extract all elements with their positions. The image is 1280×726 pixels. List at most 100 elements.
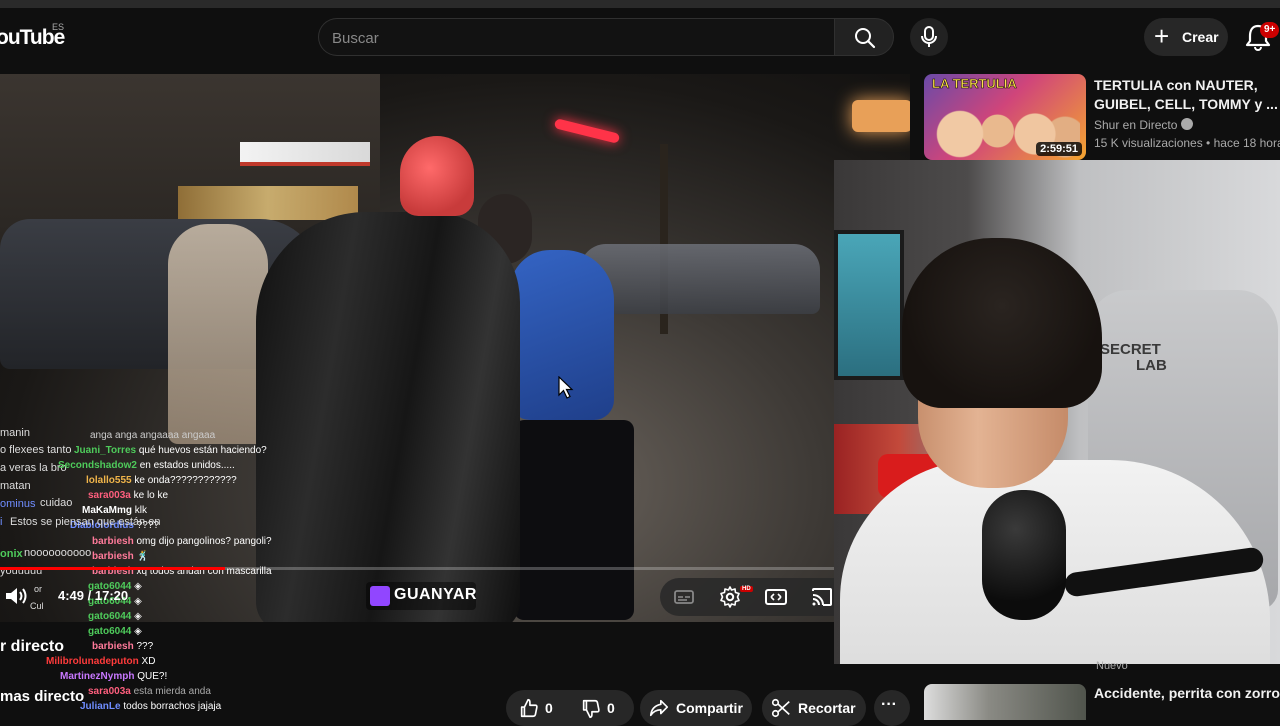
chair-brand-line2: LAB <box>1136 357 1167 374</box>
live-label: r directo <box>0 638 65 655</box>
chat-username: gato6044 <box>88 626 132 637</box>
recommendation-title-2[interactable]: Accidente, perrita con zorro, <box>1094 684 1280 703</box>
channel-name: Shur en Directo <box>1094 118 1178 132</box>
video-scene-red-hat <box>400 136 474 216</box>
chat-username: barbiesh <box>92 551 134 562</box>
chat-text: qué huevos están haciendo? <box>138 445 267 456</box>
chat-text: en estados unidos..... <box>139 460 235 471</box>
chat-text: ke onda???????????? <box>134 475 237 486</box>
search-input[interactable] <box>332 28 812 48</box>
chat-text: ??? <box>136 641 154 652</box>
recommendation-title[interactable]: TERTULIA con NAUTER, GUIBEL, CELL, TOMMY… <box>1094 76 1280 114</box>
settings-gear-icon[interactable] <box>718 585 742 609</box>
chat-username: gato6044 <box>88 611 132 622</box>
hd-badge: HD <box>740 586 753 592</box>
chat-text: QUE?! <box>137 671 168 682</box>
search-button[interactable] <box>834 18 894 56</box>
chat-message: barbiesh omg dijo pangolinos? pangoli? <box>92 534 272 549</box>
video-duration-badge: 2:59:51 <box>1036 142 1082 156</box>
notification-count-badge: 9+ <box>1260 22 1280 38</box>
chat-message: gato6044 ◈ <box>88 609 142 624</box>
emote-icon: ◈ <box>134 581 142 592</box>
search-icon <box>855 28 876 49</box>
chat-message: sara003a esta mierda anda <box>88 684 211 699</box>
streamer-tag-text: GUANYAR <box>394 586 477 603</box>
chat-text: omg dijo pangolinos? pangoli? <box>136 536 272 547</box>
video-scene-neon <box>553 118 621 144</box>
streamer-hair <box>902 238 1102 408</box>
chat-message: barbiesh 🕺 <box>92 549 149 564</box>
chair-brand-line1: SECRET <box>1100 341 1161 358</box>
chat-message: Milibrolunadeputon XD <box>46 654 155 669</box>
live-label-2: mas directo <box>0 688 85 705</box>
video-progress-bar[interactable] <box>0 567 834 570</box>
recommendation-thumbnail[interactable]: LA TERTULIA 2:59:51 <box>924 74 1086 160</box>
video-scene-lamp <box>852 100 910 132</box>
chat-username: Milibrolunadeputon <box>46 656 139 667</box>
chat-message: MartinezNymph QUE?! <box>60 669 167 684</box>
plus-icon: + <box>1154 21 1170 51</box>
cast-icon[interactable] <box>810 585 834 609</box>
dislike-thumb-icon[interactable] <box>580 698 602 720</box>
recommendation-card[interactable]: LA TERTULIA 2:59:51 TERTULIA con NAUTER,… <box>924 74 1280 160</box>
share-arrow-icon <box>649 699 669 717</box>
like-dislike-group: 0 0 <box>506 690 634 726</box>
recommendation-meta: 15 K visualizaciones • hace 18 horas <box>1094 136 1280 150</box>
chat-username: sara003a <box>88 490 131 501</box>
more-dots-icon: ··· <box>881 696 897 713</box>
chat-text: noooooooooo <box>24 547 92 559</box>
share-button[interactable]: Compartir <box>640 690 752 726</box>
clip-button[interactable]: Recortar <box>762 690 866 726</box>
microphone-icon <box>921 26 937 47</box>
chat-message: JulianLe todos borrachos jajaja <box>80 699 221 714</box>
volume-icon[interactable] <box>4 585 30 607</box>
total-duration: 17:20 <box>94 588 129 603</box>
dislike-count: 0 <box>607 700 615 716</box>
chat-username: sara003a <box>88 686 131 697</box>
chat-text: todos borrachos jajaja <box>123 701 222 712</box>
video-scene-shop-sign <box>240 142 370 166</box>
chat-username: JulianLe <box>80 701 121 712</box>
like-thumb-icon[interactable] <box>518 697 540 719</box>
emote-icon: ◈ <box>134 626 142 637</box>
chat-text: XD <box>141 656 156 667</box>
dancer-emote-icon: 🕺 <box>136 551 149 562</box>
emote-icon: ◈ <box>134 611 142 622</box>
chat-message: lolallo555 ke onda???????????? <box>86 473 237 488</box>
voice-search-button[interactable] <box>910 18 948 56</box>
webcam-overlay: SECRET LAB <box>834 160 1280 664</box>
streamer-tag: GUANYAR <box>366 582 476 610</box>
webcam-monitor <box>834 230 904 380</box>
search-box <box>318 18 834 56</box>
time-separator: / <box>84 588 95 603</box>
chat-text: anga anga angaaaa angaaa <box>90 430 216 441</box>
twitch-icon <box>370 586 390 606</box>
chat-username: Juani_Torres <box>74 445 137 456</box>
clip-label: Recortar <box>798 700 856 716</box>
chat-text: esta mierda anda <box>133 686 211 697</box>
theater-mode-icon[interactable] <box>764 585 788 609</box>
chat-username: barbiesh <box>92 641 134 652</box>
player-controls <box>660 578 834 616</box>
create-label: Crear <box>1182 29 1219 45</box>
video-scene-parked-cars <box>580 244 820 314</box>
chat-username: Secondshadow2 <box>58 460 137 471</box>
subtitles-icon[interactable] <box>672 585 696 609</box>
recommendation-channel[interactable]: Shur en Directo <box>1094 118 1194 132</box>
chat-text: ke lo ke <box>133 490 169 501</box>
video-time-display: 4:49 / 17:20 <box>58 588 128 603</box>
top-strip <box>0 0 1280 8</box>
new-badge: Nuevo <box>1096 660 1128 672</box>
like-count: 0 <box>545 700 553 716</box>
more-actions-button[interactable]: ··· <box>874 690 910 726</box>
logo-country-code: ES <box>52 22 65 32</box>
share-label: Compartir <box>676 700 743 716</box>
chat-message: gato6044 ◈ <box>88 624 142 639</box>
recommendation-thumbnail-2[interactable] <box>924 684 1086 720</box>
video-progress-fill <box>0 567 226 570</box>
create-button[interactable]: + Crear <box>1144 18 1228 56</box>
chat-message: anga anga angaaaa angaaa <box>90 428 215 443</box>
chat-username: lolallo555 <box>86 475 132 486</box>
chat-message: Secondshadow2 en estados unidos..... <box>58 458 235 473</box>
chair-brand: SECRET LAB <box>1100 342 1167 374</box>
